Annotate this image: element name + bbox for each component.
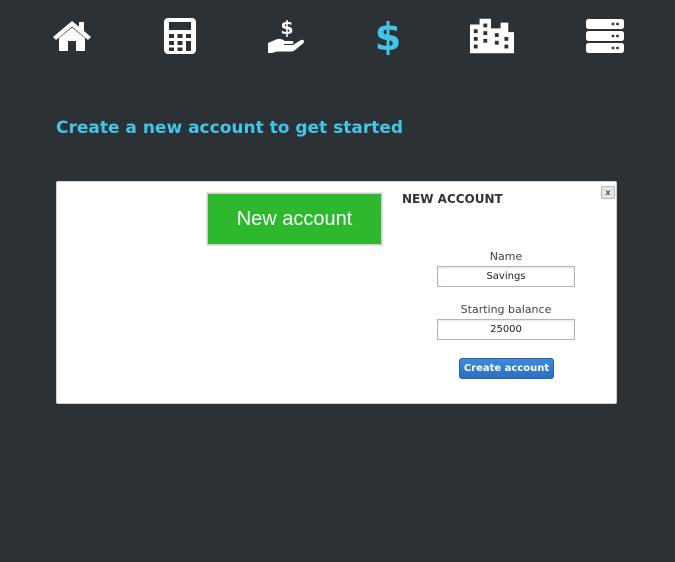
create-account-button[interactable]: Create account: [459, 358, 554, 379]
calculator-icon: [164, 18, 196, 54]
nav-home[interactable]: [50, 14, 94, 58]
starting-balance-label: Starting balance: [460, 303, 552, 316]
svg-text:$: $: [280, 17, 293, 39]
nav-calculator[interactable]: [158, 14, 202, 58]
top-navigation: $ $: [0, 0, 675, 70]
nav-building[interactable]: [470, 14, 514, 58]
dollar-sign-icon: $: [375, 17, 401, 55]
home-icon: [53, 21, 91, 51]
page-headline: Create a new account to get started: [56, 118, 404, 138]
svg-text:$: $: [375, 17, 401, 55]
name-input[interactable]: [437, 266, 575, 287]
nav-hand-holding-dollar[interactable]: $: [264, 14, 308, 58]
nav-dollar[interactable]: $: [366, 14, 410, 58]
starting-balance-input[interactable]: [437, 319, 575, 340]
new-account-button[interactable]: New account: [206, 192, 383, 246]
server-icon: [586, 19, 624, 53]
nav-server[interactable]: [583, 14, 627, 58]
new-account-panel: New account NEW ACCOUNT x Name Starting …: [56, 181, 617, 404]
form-title: NEW ACCOUNT: [402, 192, 503, 206]
hand-holding-dollar-icon: $: [268, 17, 305, 53]
close-button[interactable]: x: [601, 186, 615, 199]
name-label: Name: [489, 250, 523, 263]
building-icon: [470, 18, 514, 54]
